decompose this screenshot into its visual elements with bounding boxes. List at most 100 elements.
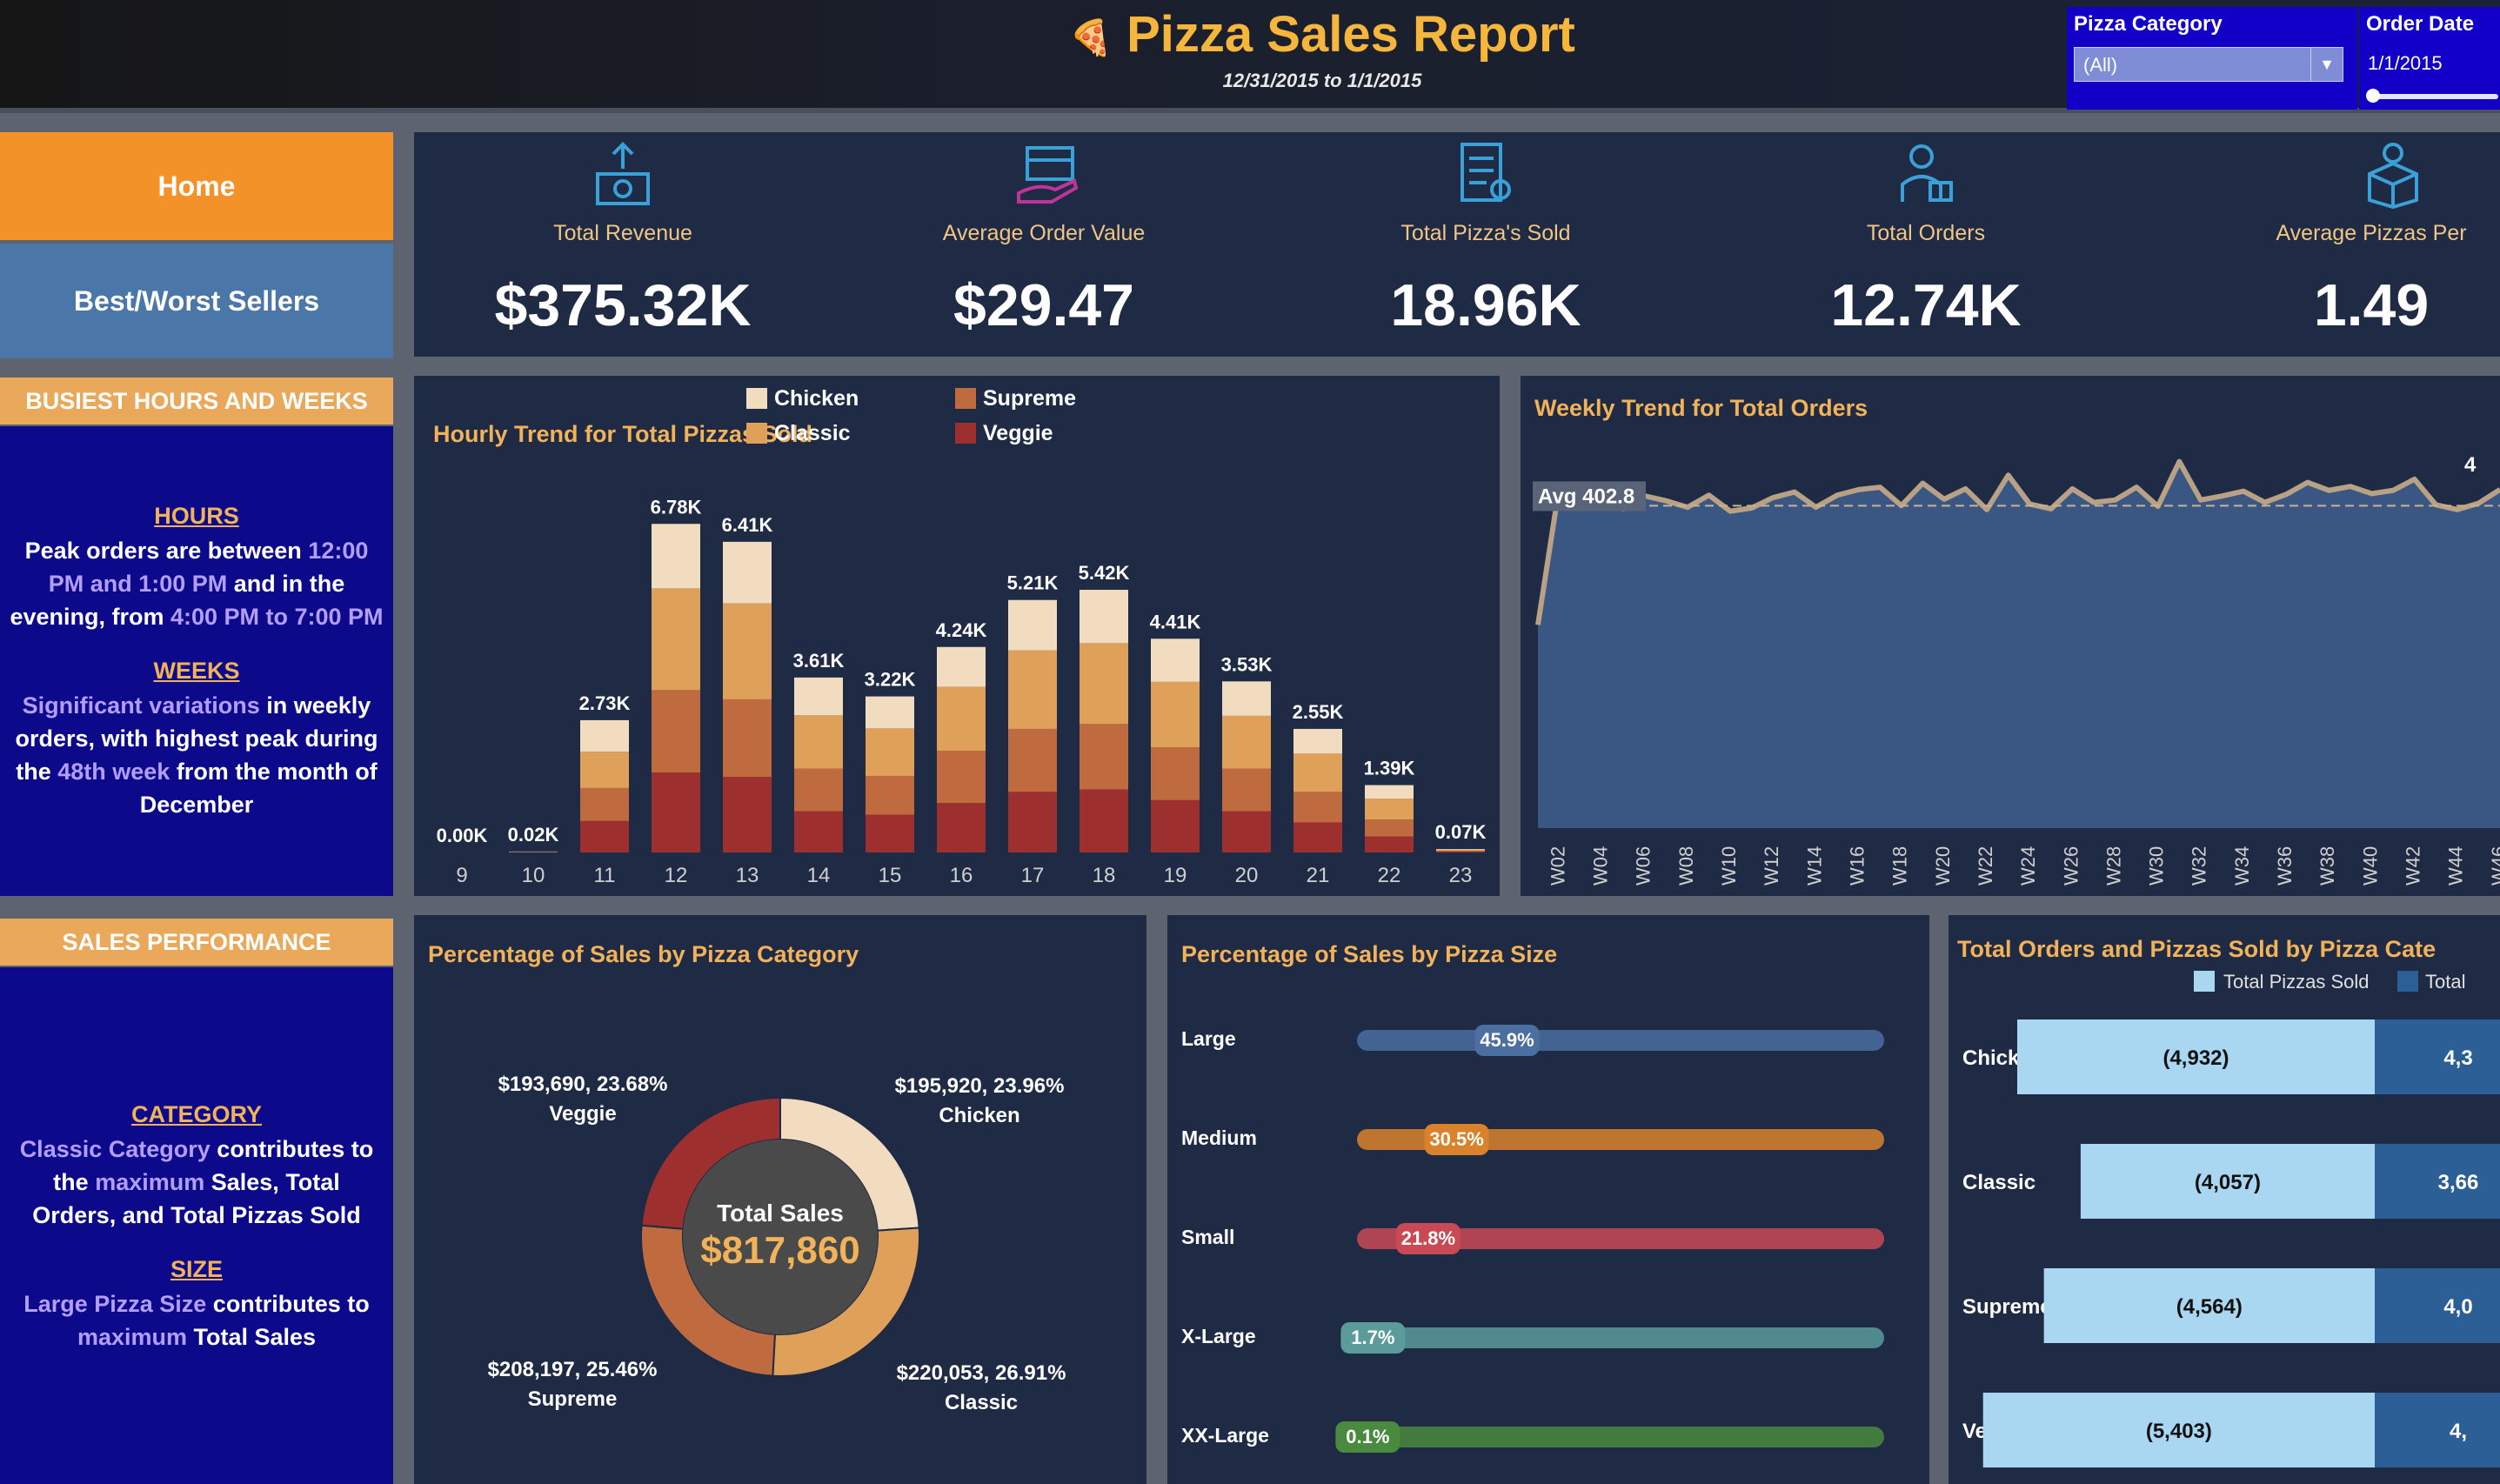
kpi-label: Total Revenue (553, 221, 692, 245)
x-tick-label: W18 (1889, 846, 1911, 886)
kpi-label: Total Orders (1866, 221, 1986, 245)
order-date-value: 1/1/2015 (2368, 52, 2443, 74)
bar-segment-classic (1293, 753, 1342, 792)
bar-segment-chicken (723, 541, 772, 604)
bar-segment-supreme (1222, 768, 1271, 812)
data-label: 4,0 (2443, 1295, 2472, 1319)
home-button[interactable]: Home (0, 132, 393, 240)
x-tick-label: W42 (2403, 846, 2424, 886)
data-label: 0.07K (1435, 821, 1487, 843)
x-tick-label: W38 (2316, 846, 2338, 886)
bar-segment-chicken (1080, 590, 1128, 644)
x-tick-label: 23 (1449, 864, 1473, 887)
x-tick-label: 12 (665, 864, 688, 887)
category-totals-panel: Total Orders and Pizzas Sold by Pizza Ca… (1949, 915, 2500, 1484)
hours-text: Peak orders are between 12:00 (24, 538, 369, 564)
bar-segment-veggie (1008, 792, 1057, 852)
x-tick-label: W28 (2102, 846, 2124, 886)
slice-value-label: $193,690, 23.68% (498, 1073, 668, 1096)
weeks-text: orders, with highest peak during (15, 725, 378, 752)
bar-segment-veggie (652, 772, 700, 852)
data-label: 2.55K (1293, 701, 1344, 723)
category-label: Supreme (1962, 1295, 2052, 1319)
data-label: 1.7% (1351, 1327, 1394, 1348)
bar-segment-chicken (580, 719, 629, 752)
x-tick-label: W08 (1675, 846, 1697, 886)
bar-segment-classic (723, 603, 772, 699)
data-label: 6.41K (722, 514, 773, 536)
weeks-text: December (139, 792, 254, 818)
kpi-value: 12.74K (1830, 272, 2022, 338)
bar-segment-supreme (652, 690, 700, 773)
best-worst-sellers-button[interactable]: Best/Worst Sellers (0, 244, 393, 358)
category-text: the maximum Sales, Total (53, 1169, 340, 1195)
x-tick-label: 15 (879, 864, 902, 887)
bar-segment-chicken (866, 696, 914, 729)
legend-label: Total Pizzas Sold (2223, 971, 2370, 993)
data-label: 4, (2450, 1420, 2467, 1443)
hours-text: PM and 1:00 PM and in the (48, 571, 345, 597)
category-label: Medium (1181, 1126, 1257, 1149)
revenue-icon (596, 142, 650, 205)
x-tick-label: W14 (1803, 846, 1825, 886)
x-tick-label: W12 (1761, 846, 1782, 886)
data-label: 5.42K (1079, 562, 1130, 584)
category-label: Classic (1962, 1171, 2035, 1194)
filter-label: Order Date (2366, 12, 2475, 36)
bar-track (1357, 1327, 1884, 1348)
bar-segment-classic (1080, 643, 1128, 725)
avg-pizzas-icon (2368, 143, 2418, 209)
category-label: Large (1181, 1027, 1236, 1050)
data-label: 45.9% (1480, 1029, 1534, 1051)
bar-segment-classic (794, 715, 843, 769)
kpi-total-revenue: Total Revenue $375.32K (414, 132, 832, 357)
data-label: 4.24K (936, 619, 987, 641)
slice-name-label: Supreme (528, 1387, 618, 1411)
slice-value-label: $220,053, 26.91% (897, 1361, 1066, 1385)
size-bar-chart: Large 45.9% Medium 30.5% Small 21.8% X-Large 1.… (1181, 1025, 1884, 1453)
x-tick-label: 22 (1378, 864, 1401, 887)
legend-swatch (2194, 971, 2215, 992)
busiest-hours-box: HOURS Peak orders are between 12:00 PM a… (0, 426, 393, 896)
data-label: 6.78K (651, 496, 702, 518)
bar-segment-veggie (1365, 836, 1414, 852)
kpi-total-orders: Total Orders 12.74K (1717, 132, 2135, 357)
date-slider-track[interactable] (2368, 94, 2498, 99)
weeks-heading: WEEKS (153, 658, 240, 684)
bar-segment-veggie (1151, 799, 1200, 852)
category-text: Orders, and Total Pizzas Sold (32, 1202, 361, 1228)
area-fill (1538, 461, 2500, 828)
legend-label: Veggie (983, 421, 1053, 445)
date-slider-handle[interactable] (2366, 89, 2380, 103)
bar-segment-classic (652, 588, 700, 691)
data-label: 0.1% (1346, 1426, 1389, 1447)
data-label: (4,057) (2195, 1171, 2261, 1194)
kpi-value: $375.32K (494, 272, 752, 338)
bar-segment-chicken (1365, 785, 1414, 799)
data-label: 4.41K (1150, 611, 1201, 632)
kpi-value: 1.49 (2313, 272, 2430, 338)
data-label: 0.00K (437, 825, 488, 846)
category-select[interactable]: (All) ▼ (2074, 47, 2343, 82)
bar-segment-supreme (1080, 724, 1128, 790)
weekly-chart: Avg 402.8 4 W02 W04 W06 W08 W10 W12 W14 W16 W18 W20… (1533, 453, 2500, 886)
chevron-down-icon[interactable]: ▼ (2310, 48, 2343, 81)
kpi-label: Total Pizza's Sold (1400, 221, 1571, 245)
x-tick-label: 14 (807, 864, 831, 887)
x-tick-label: W44 (2445, 846, 2467, 886)
data-label: 1.39K (1364, 758, 1415, 779)
bar-segment-chicken (1008, 599, 1057, 651)
busiest-hours-heading: BUSIEST HOURS AND WEEKS (0, 378, 393, 424)
x-tick-label: W46 (2488, 846, 2500, 886)
data-label: 4,3 (2443, 1046, 2472, 1070)
bar-segment-veggie (794, 811, 843, 852)
sales-performance-heading: SALES PERFORMANCE (0, 919, 393, 966)
category-heading: CATEGORY (130, 1101, 262, 1127)
legend-label: Classic (774, 421, 851, 445)
category-totals-chart: Total Pizzas Sold TotalChicken (4,932) 4,3C… (1962, 971, 2500, 1467)
x-tick-label: W32 (2189, 846, 2210, 886)
bar-segment-supreme (794, 768, 843, 812)
data-label: 3.61K (793, 650, 845, 672)
x-tick-label: 10 (522, 864, 545, 887)
x-tick-label: 13 (736, 864, 759, 887)
